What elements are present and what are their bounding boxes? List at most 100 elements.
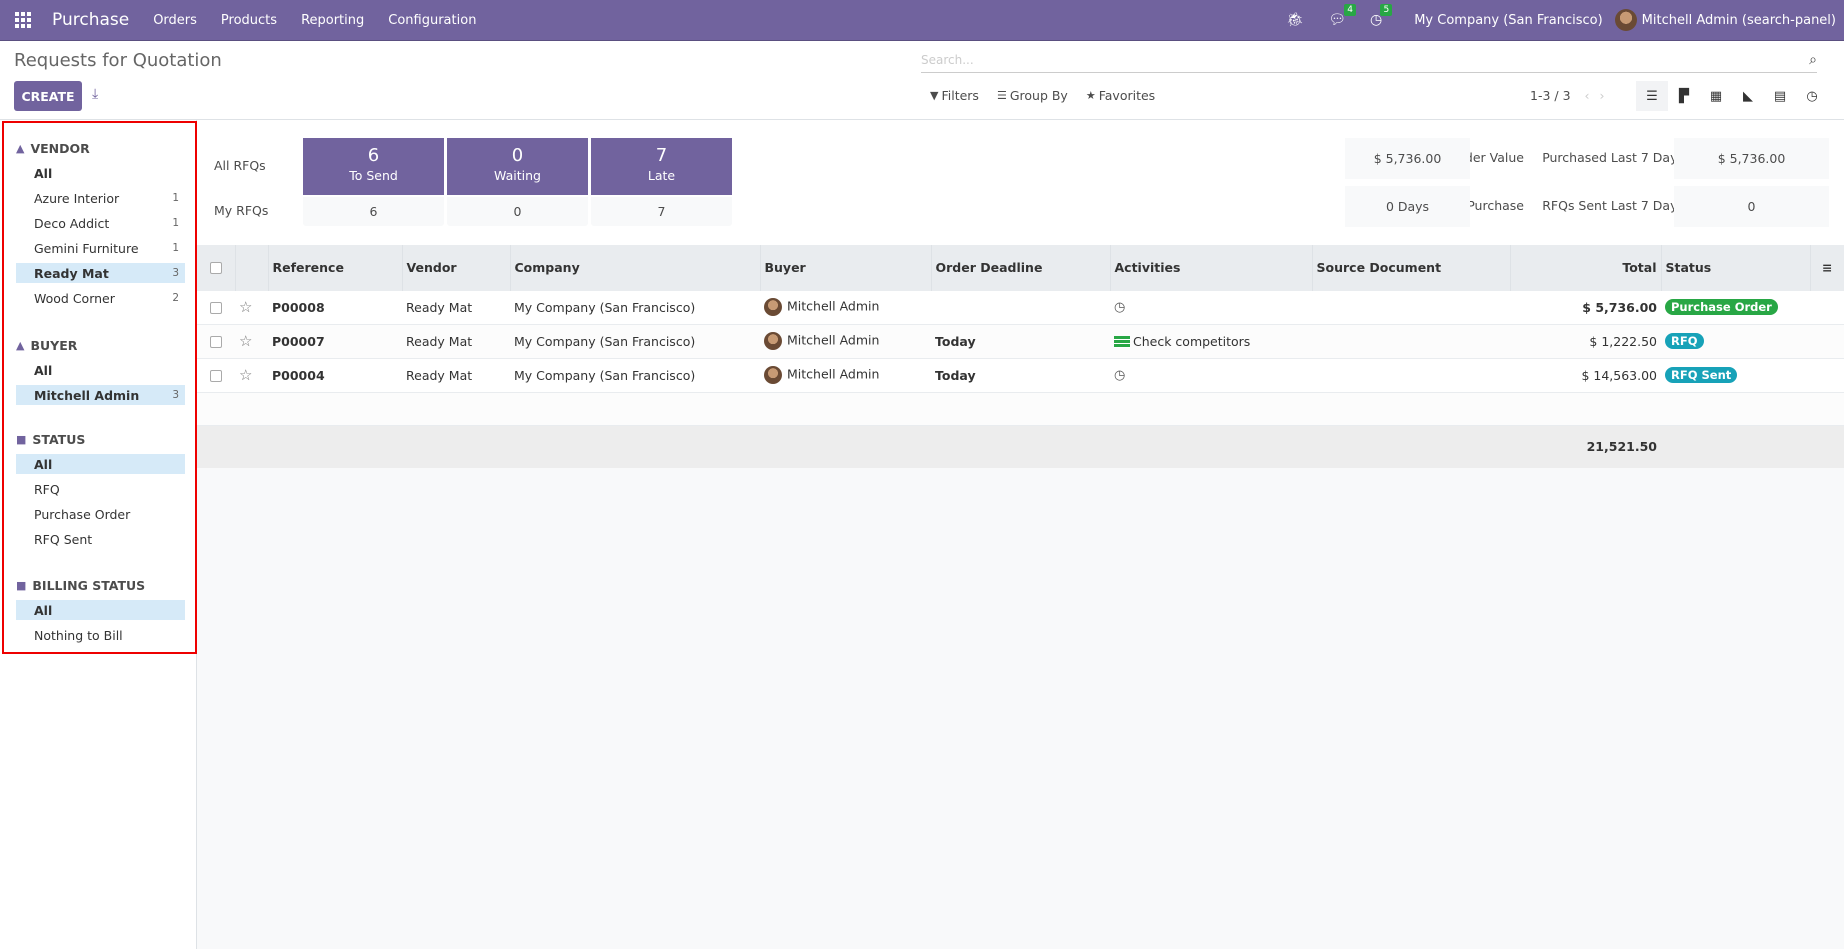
messages-button[interactable]: 💬︎ 4 (1328, 4, 1356, 28)
search-panel: ▲ VENDOR All Azure Interior 1 Deco Addict 1… (0, 120, 197, 949)
cell-total: $ 5,736.00 (1510, 289, 1661, 324)
pager-value[interactable]: 1-3 / 3 (1530, 88, 1571, 103)
tile-to-send[interactable]: 6 To Send (303, 138, 444, 195)
billing-item-nothing-to-bill[interactable]: Nothing to Bill (16, 625, 185, 645)
cell-company[interactable]: My Company (San Francisco) (510, 289, 760, 324)
row-checkbox[interactable] (210, 302, 222, 314)
billing-item-all[interactable]: All (16, 600, 185, 620)
company-switcher[interactable]: My Company (San Francisco) (1414, 13, 1602, 28)
item-label: All (34, 602, 53, 618)
activity-clock-icon[interactable]: ◷ (1114, 300, 1125, 315)
total-spacer (197, 424, 1510, 468)
activity-view-icon[interactable]: ◷ (1796, 81, 1828, 111)
user-menu[interactable]: Mitchell Admin (search-panel) (1614, 9, 1836, 31)
pager-next-icon[interactable]: › (1600, 88, 1605, 103)
menu-reporting[interactable]: Reporting (301, 13, 364, 28)
vendor-item-deco-addict[interactable]: Deco Addict 1 (16, 213, 185, 233)
my-to-send[interactable]: 6 (303, 197, 444, 226)
search-input[interactable] (921, 52, 1810, 67)
star-icon[interactable]: ☆ (239, 332, 252, 350)
download-icon[interactable]: ⤓ (92, 86, 98, 102)
groupby-button[interactable]: ☰ Group By (997, 88, 1068, 103)
pager-previous-icon[interactable]: ‹ (1585, 88, 1590, 103)
cell-activities[interactable]: ◷ (1110, 357, 1312, 392)
row-checkbox[interactable] (210, 370, 222, 382)
status-item-purchase-order[interactable]: Purchase Order (16, 504, 185, 524)
vendor-item-wood-corner[interactable]: Wood Corner 2 (16, 288, 185, 308)
vendor-item-azure-interior[interactable]: Azure Interior 1 (16, 188, 185, 208)
column-source-document[interactable]: Source Document (1312, 245, 1511, 290)
favorites-button[interactable]: ★ Favorites (1086, 88, 1155, 103)
star-icon[interactable]: ☆ (239, 298, 252, 316)
table-row[interactable]: ☆ P00004 Ready Mat My Company (San Franc… (197, 357, 1844, 392)
optional-columns-toggle[interactable]: ≡ (1810, 245, 1844, 290)
user-icon: ▲ (16, 141, 25, 155)
vendor-item-gemini-furniture[interactable]: Gemini Furniture 1 (16, 238, 185, 258)
create-button[interactable]: CREATE (14, 81, 82, 111)
star-icon: ★ (1085, 89, 1096, 102)
cell-activities[interactable]: ◷ (1110, 289, 1312, 324)
tile-waiting[interactable]: 0 Waiting (447, 138, 588, 195)
top-navbar: Purchase Orders Products Reporting Confi… (0, 0, 1844, 41)
row-select (197, 357, 235, 392)
vendor-item-ready-mat[interactable]: Ready Mat 3 (16, 263, 185, 283)
menu-orders[interactable]: Orders (153, 13, 197, 28)
table-row[interactable]: ☆ P00007 Ready Mat My Company (San Franc… (197, 323, 1844, 358)
column-reference[interactable]: Reference (268, 245, 403, 290)
menu-products[interactable]: Products (221, 13, 277, 28)
activity-summary[interactable]: Check competitors (1133, 334, 1250, 349)
app-brand[interactable]: Purchase (52, 10, 129, 30)
star-icon[interactable]: ☆ (239, 366, 252, 384)
kanban-view-icon[interactable]: ▛ (1668, 81, 1700, 111)
app-menu-icon[interactable] (15, 12, 37, 28)
kpi-label-rfqs-sent-7d: RFQs Sent Last 7 Days (1542, 198, 1684, 213)
total-row: 21,521.50 (197, 424, 1844, 468)
column-company[interactable]: Company (510, 245, 761, 290)
column-vendor[interactable]: Vendor (402, 245, 511, 290)
all-rfqs-label: All RFQs (214, 158, 266, 173)
buyer-name: Mitchell Admin (787, 366, 880, 382)
my-late[interactable]: 7 (591, 197, 732, 226)
table-row[interactable]: ☆ P00008 Ready Mat My Company (San Franc… (197, 289, 1844, 324)
menu-configuration[interactable]: Configuration (388, 13, 476, 28)
status-item-rfq[interactable]: RFQ (16, 479, 185, 499)
filters-button[interactable]: ▼ Filters (930, 88, 979, 103)
list-view-icon[interactable]: ☰ (1636, 81, 1668, 111)
cell-company[interactable]: My Company (San Francisco) (510, 357, 760, 392)
column-status[interactable]: Status (1661, 245, 1811, 290)
filter-icon: ▼ (930, 89, 939, 102)
column-total[interactable]: Total (1510, 245, 1662, 290)
cell-reference[interactable]: P00007 (268, 323, 402, 358)
cell-buyer[interactable]: Mitchell Admin (760, 357, 931, 392)
calendar-view-icon[interactable]: ▤ (1764, 81, 1796, 111)
buyer-item-mitchell-admin[interactable]: Mitchell Admin 3 (16, 385, 185, 405)
search-icon[interactable]: ⌕ (1809, 52, 1817, 68)
pivot-view-icon[interactable]: ▦ (1700, 81, 1732, 111)
column-buyer[interactable]: Buyer (760, 245, 932, 290)
cell-buyer[interactable]: Mitchell Admin (760, 323, 931, 358)
debug-bug-icon[interactable]: 🐞︎ (1286, 12, 1304, 28)
cell-buyer[interactable]: Mitchell Admin (760, 289, 931, 324)
buyer-item-all[interactable]: All (16, 360, 185, 380)
my-waiting[interactable]: 0 (447, 197, 588, 226)
status-item-rfq-sent[interactable]: RFQ Sent (16, 529, 185, 549)
cell-vendor[interactable]: Ready Mat (402, 323, 510, 358)
graph-view-icon[interactable]: ◣ (1732, 81, 1764, 111)
tile-late[interactable]: 7 Late (591, 138, 732, 195)
status-item-all[interactable]: All (16, 454, 185, 474)
empty-cell (197, 391, 1844, 425)
column-order-deadline[interactable]: Order Deadline (931, 245, 1111, 290)
activity-todo-icon[interactable] (1114, 336, 1130, 348)
row-checkbox[interactable] (210, 336, 222, 348)
cell-reference[interactable]: P00008 (268, 289, 402, 324)
cell-company[interactable]: My Company (San Francisco) (510, 323, 760, 358)
cell-activities[interactable]: Check competitors (1110, 323, 1312, 358)
cell-vendor[interactable]: Ready Mat (402, 289, 510, 324)
column-activities[interactable]: Activities (1110, 245, 1313, 290)
activity-clock-icon[interactable]: ◷ (1114, 368, 1125, 383)
cell-reference[interactable]: P00004 (268, 357, 402, 392)
activities-button[interactable]: ◷ 5 (1370, 4, 1393, 28)
vendor-item-all[interactable]: All (16, 163, 185, 183)
select-all-checkbox[interactable] (209, 262, 222, 275)
cell-vendor[interactable]: Ready Mat (402, 357, 510, 392)
